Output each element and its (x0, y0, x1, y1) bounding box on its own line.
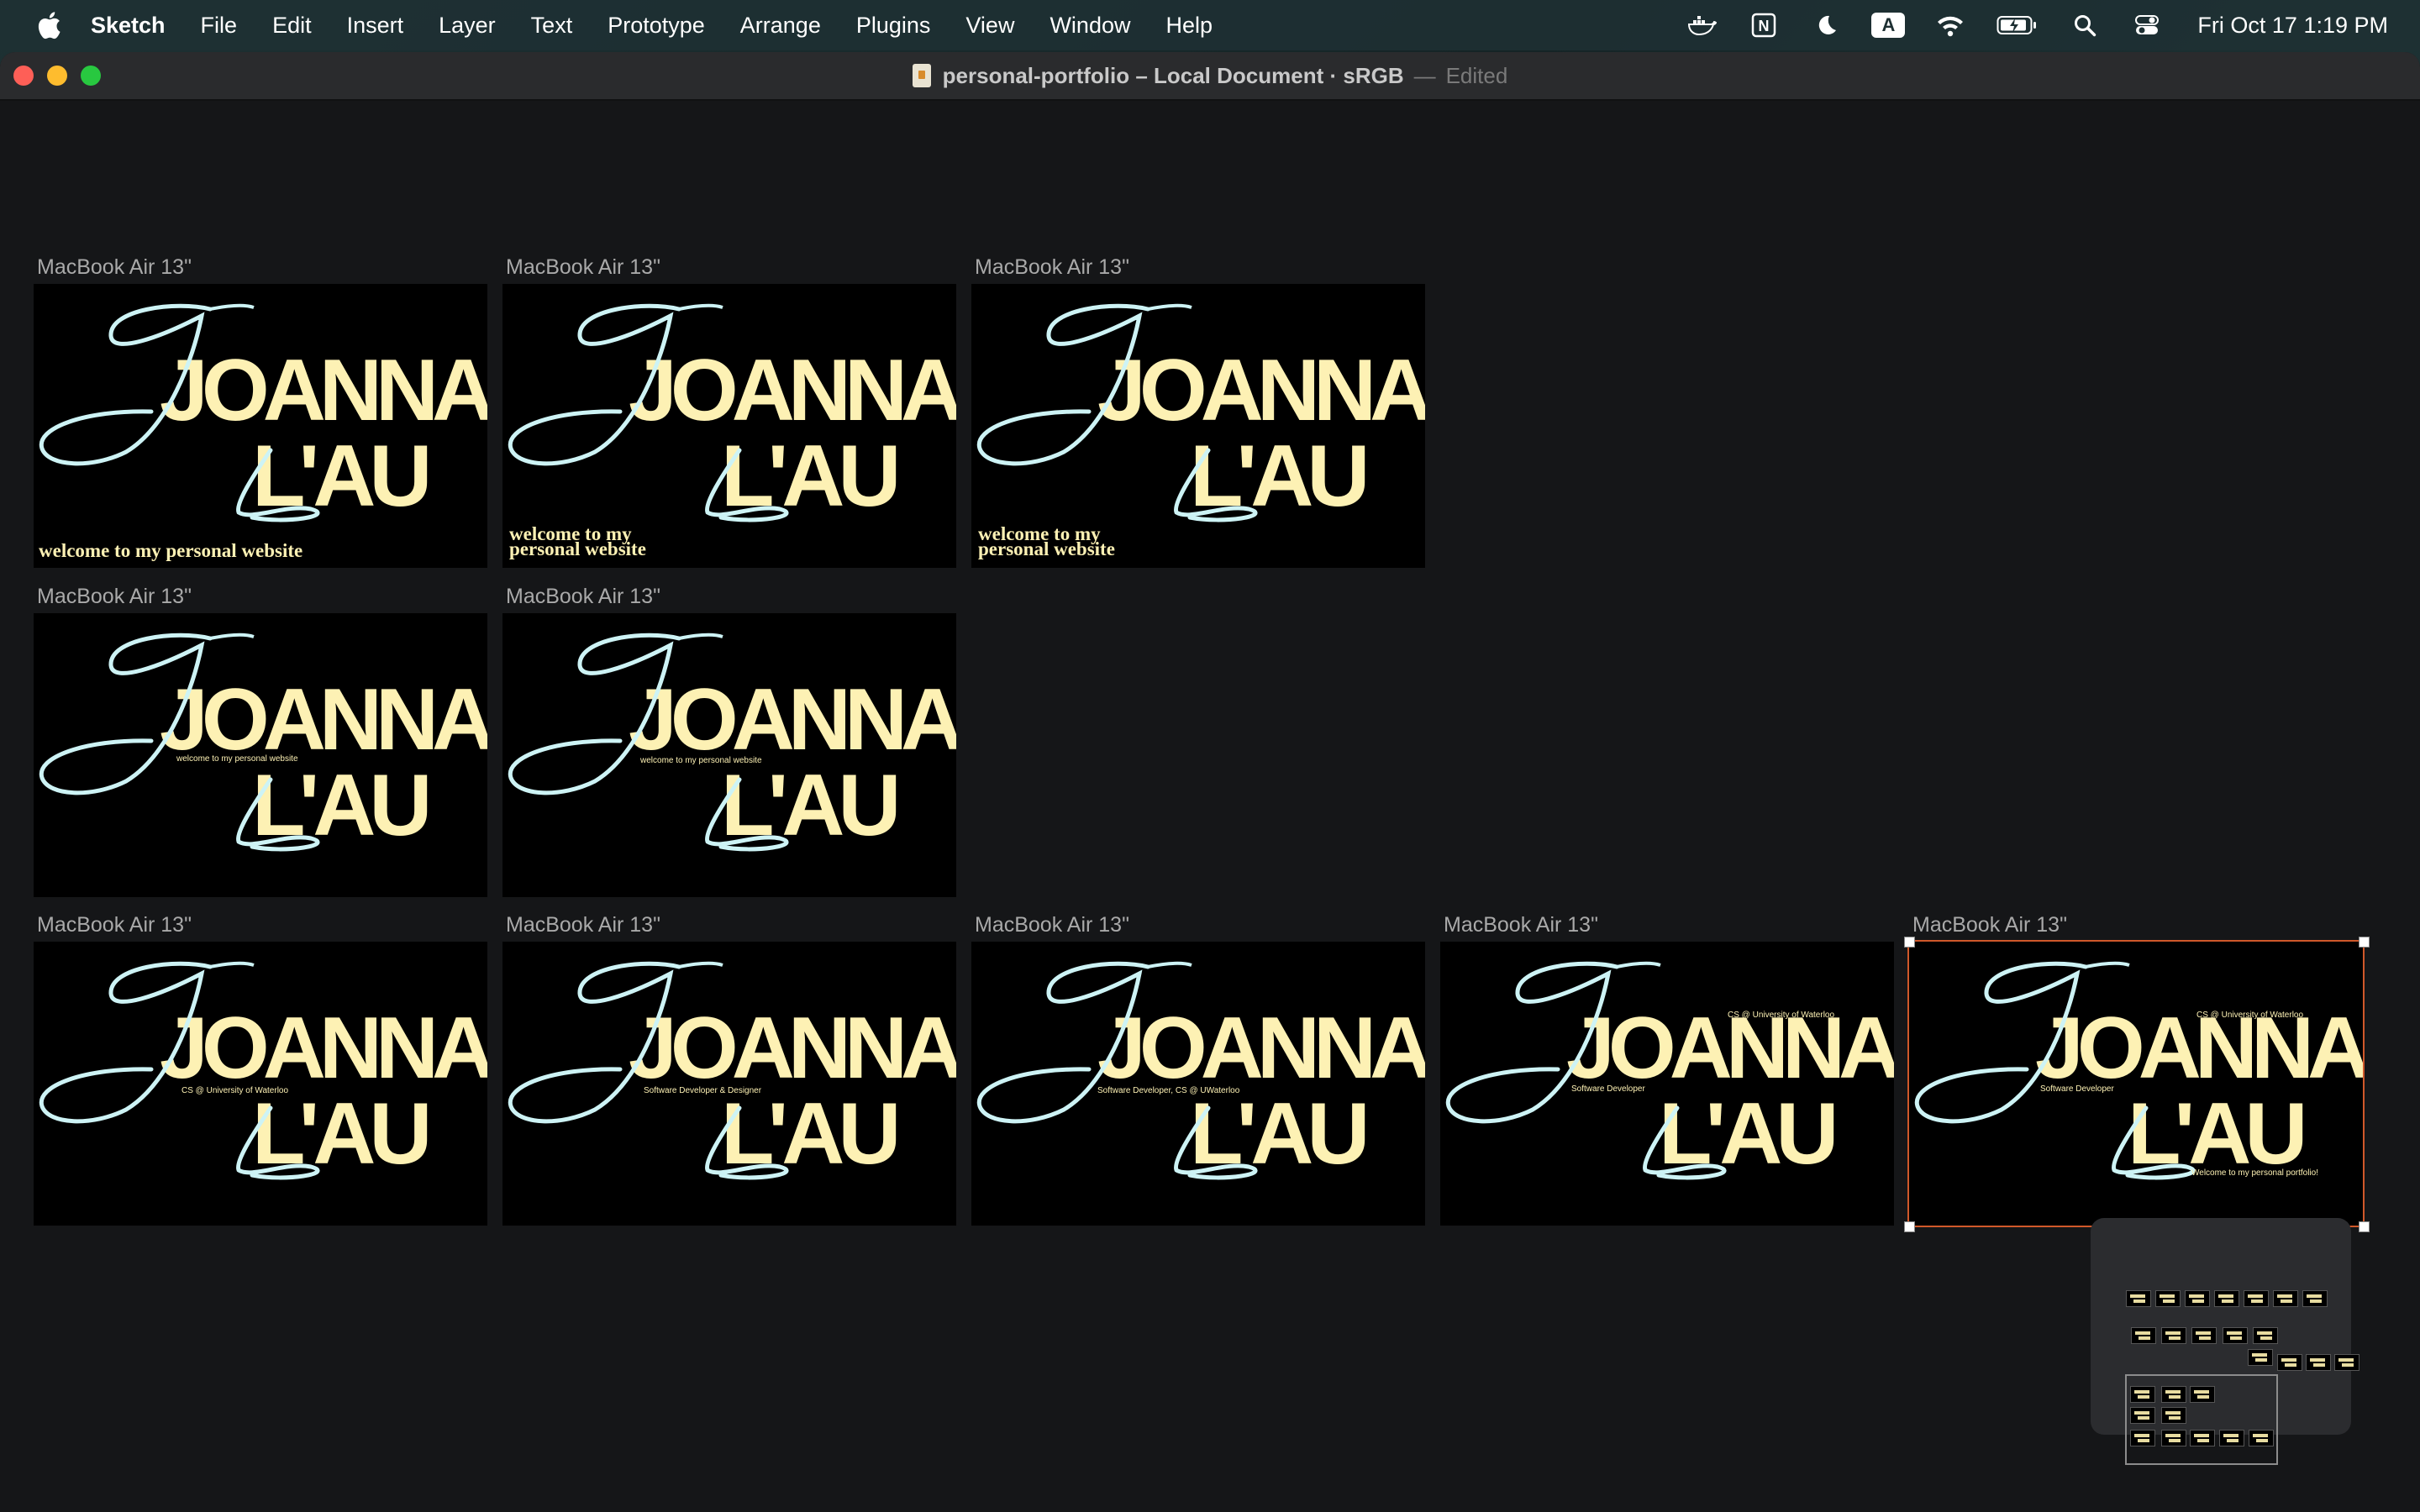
artboard-subtitle: CS @ University of Waterloo (182, 1086, 289, 1095)
menu-edit[interactable]: Edit (272, 13, 312, 39)
menu-text[interactable]: Text (531, 13, 573, 39)
battery-icon[interactable] (1996, 10, 2039, 40)
logo-first-name: JOANNA (629, 342, 956, 439)
artboard-frame[interactable]: JOANNA L'AU welcome to my personal website (502, 284, 956, 568)
title-bar: personal-portfolio – Local Document · sR… (0, 52, 2420, 101)
document-icon (912, 64, 931, 87)
minimap-viewport[interactable] (2125, 1374, 2278, 1465)
artboard-subtitle: personal website (978, 538, 1115, 559)
docker-icon[interactable] (1685, 10, 1718, 40)
artboard-frame[interactable]: JOANNA L'AU welcome to my personal website (34, 284, 487, 568)
minimap-thumbnail (2214, 1290, 2239, 1307)
minimap-thumbnail (2126, 1290, 2151, 1307)
menu-prototype[interactable]: Prototype (608, 13, 705, 39)
window-title: personal-portfolio – Local Document · sR… (0, 52, 2420, 99)
resize-handle[interactable] (1904, 1221, 1915, 1232)
minimap-thumbnail (2334, 1354, 2360, 1371)
notion-letter: N (1759, 18, 1770, 34)
minimap-thumbnail (2273, 1290, 2298, 1307)
artboard-label[interactable]: MacBook Air 13" (1444, 913, 1598, 937)
artboard-frame[interactable]: JOANNA L'AU welcome to my personal website (502, 613, 956, 897)
artboard-subtitle: Software Developer & Designer (644, 1086, 762, 1095)
resize-handle[interactable] (2359, 937, 2370, 948)
artboard-frame[interactable]: JOANNA L'AU Software Developer & Designer (502, 942, 956, 1226)
artboard-label[interactable]: MacBook Air 13" (506, 913, 660, 937)
artboard-label[interactable]: MacBook Air 13" (1912, 913, 2067, 937)
minimap-thumbnail (2248, 1349, 2273, 1366)
edited-status: Edited (1445, 62, 1508, 88)
menu-sketch[interactable]: Sketch (91, 13, 166, 39)
logo-first-name: JOANNA (1097, 342, 1425, 439)
logo-first-name: JOANNA (160, 342, 487, 439)
menu-window[interactable]: Window (1050, 13, 1130, 39)
search-icon[interactable] (2068, 10, 2102, 40)
artboard-subtitle: Software Developer, CS @ UWaterloo (1097, 1086, 1240, 1095)
artboard-label[interactable]: MacBook Air 13" (506, 255, 660, 280)
logo-first-name: JOANNA (629, 671, 956, 769)
artboard-subtitle: welcome to my personal website (39, 540, 303, 561)
input-source-icon[interactable]: A (1871, 10, 1906, 40)
artboard-frame[interactable]: JOANNA L'AU CS @ University of Waterloo (34, 942, 487, 1226)
menu-plugins[interactable]: Plugins (856, 13, 931, 39)
artboard-subtitle: welcome to my personal website (176, 754, 298, 764)
wifi-icon[interactable] (1933, 10, 1967, 40)
artboard-subtitle: Software Developer (1571, 1084, 1645, 1094)
input-source-label: A (1871, 13, 1906, 38)
logo-first-name: JOANNA (160, 1000, 487, 1097)
artboard-frame[interactable]: JOANNA L'AU welcome to my personal website (34, 613, 487, 897)
artboard-frame[interactable]: JOANNA L'AU CS @ University of Waterloo Sof… (1907, 940, 2365, 1227)
title-separator: — (1413, 62, 1436, 88)
artboard-subtitle: CS @ University of Waterloo (1728, 1011, 1835, 1020)
minimap-thumbnail (2161, 1327, 2186, 1344)
menu-clock[interactable]: Fri Oct 17 1:19 PM (2197, 13, 2388, 39)
minimap-thumbnail (2131, 1327, 2156, 1344)
minimap-thumbnail (2191, 1327, 2217, 1344)
minimap-thumbnail (2244, 1290, 2269, 1307)
menu-insert[interactable]: Insert (347, 13, 404, 39)
artboard-frame[interactable]: JOANNA L'AU Software Developer, CS @ UWate… (971, 942, 1425, 1226)
artboard-label[interactable]: MacBook Air 13" (37, 255, 192, 280)
minimap-thumbnail (2306, 1354, 2331, 1371)
artboard-subtitle: personal website (509, 538, 646, 559)
menu-arrange[interactable]: Arrange (740, 13, 821, 39)
document-name: personal-portfolio – Local Document · sR… (942, 62, 1404, 88)
apple-icon[interactable] (32, 8, 66, 42)
minimap-thumbnail (2223, 1327, 2248, 1344)
menu-layer[interactable]: Layer (439, 13, 496, 39)
logo-first-name: JOANNA (1097, 1000, 1425, 1097)
resize-handle[interactable] (1904, 937, 1915, 948)
artboard-subtitle: CS @ University of Waterloo (2196, 1011, 2304, 1020)
artboard-label[interactable]: MacBook Air 13" (975, 913, 1129, 937)
logo-first-name: JOANNA (629, 1000, 956, 1097)
artboard-subtitle: welcome to my personal website (640, 756, 762, 765)
menu-bar: Sketch File Edit Insert Layer Text Proto… (0, 0, 2420, 50)
minimap-thumbnail (2253, 1327, 2278, 1344)
menu-file[interactable]: File (201, 13, 238, 39)
minimap-thumbnail (2277, 1354, 2302, 1371)
artboard-subtitle: Welcome to my personal portfolio! (2191, 1168, 2318, 1178)
artboard-frame[interactable]: JOANNA L'AU welcome to my personal website (971, 284, 1425, 568)
menu-view[interactable]: View (965, 13, 1014, 39)
control-center-icon[interactable] (2130, 10, 2164, 40)
menu-help[interactable]: Help (1165, 13, 1213, 39)
artboard-label[interactable]: MacBook Air 13" (506, 585, 660, 609)
artboard-frame[interactable]: JOANNA L'AU CS @ University of Waterloo Sof… (1440, 942, 1894, 1226)
minimap-thumbnail (2302, 1290, 2328, 1307)
artboard-label[interactable]: MacBook Air 13" (975, 255, 1129, 280)
minimap-thumbnail (2155, 1290, 2181, 1307)
resize-handle[interactable] (2359, 1221, 2370, 1232)
artboard-subtitle: Software Developer (2040, 1084, 2114, 1094)
artboard-label[interactable]: MacBook Air 13" (37, 585, 192, 609)
artboard-label[interactable]: MacBook Air 13" (37, 913, 192, 937)
minimap-thumbnail (2185, 1290, 2210, 1307)
notion-icon[interactable]: N (1747, 10, 1781, 40)
moon-icon[interactable] (1809, 10, 1843, 40)
